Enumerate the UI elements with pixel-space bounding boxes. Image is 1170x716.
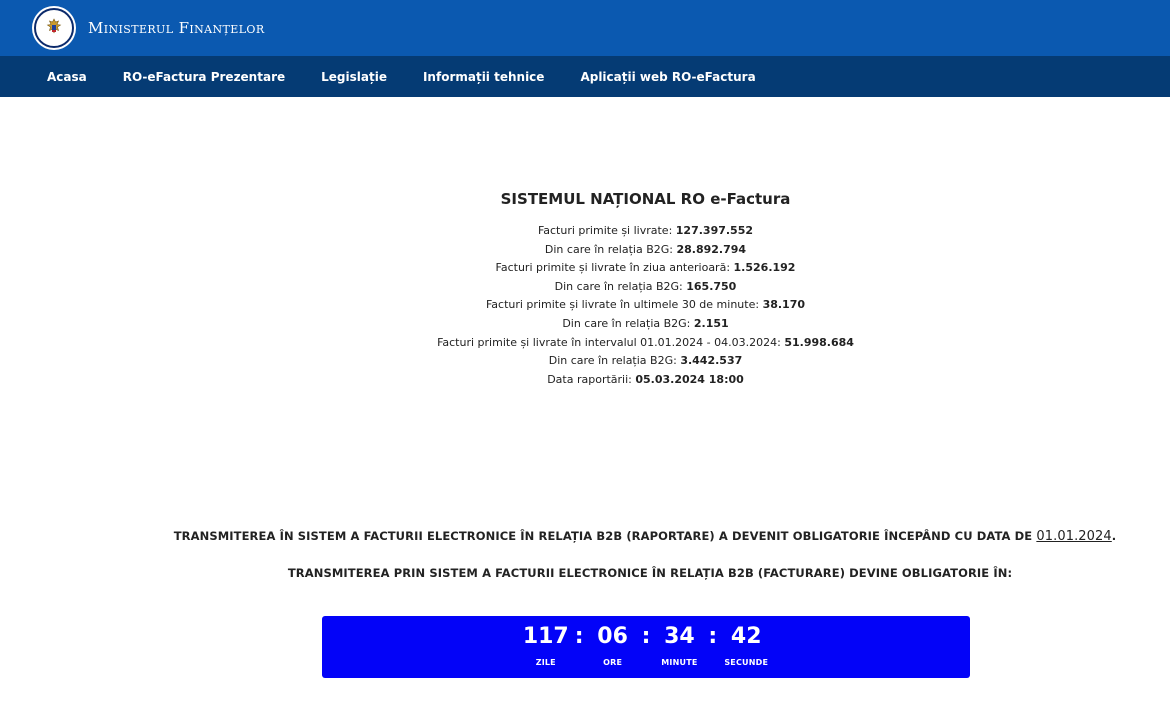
page-title: SISTEMUL NAȚIONAL RO e-Factura bbox=[500, 190, 791, 208]
notice-text: TRANSMITEREA ÎN SISTEM A FACTURII ELECTR… bbox=[173, 529, 1037, 543]
countdown-separator: : bbox=[574, 624, 584, 649]
stat-label: Facturi primite și livrate în intervalul… bbox=[437, 335, 785, 349]
stat-label: Din care în relația B2G: bbox=[544, 242, 677, 256]
stat-value: 1.526.192 bbox=[733, 261, 796, 275]
stat-label: Din care în relația B2G: bbox=[554, 279, 687, 293]
stat-label: Din care în relația B2G: bbox=[548, 354, 681, 368]
stat-label: Data raportării: bbox=[547, 372, 636, 386]
notice-end: . bbox=[1111, 529, 1117, 543]
countdown-minutes: 34 MINUTE bbox=[656, 624, 702, 667]
stat-value: 3.442.537 bbox=[680, 354, 743, 368]
stat-value: 165.750 bbox=[686, 279, 737, 293]
countdown-label: MINUTE bbox=[661, 658, 698, 667]
countdown-label: ORE bbox=[603, 658, 623, 667]
stat-line-report-date: Data raportării: 05.03.2024 18:00 bbox=[121, 371, 1170, 390]
stat-line: Din care în relația B2G: 2.151 bbox=[121, 315, 1170, 334]
countdown-value: 06 bbox=[597, 624, 628, 649]
countdown-separator: : bbox=[708, 624, 718, 649]
nav-item-aplicatii-web[interactable]: Aplicații web RO-eFactura bbox=[580, 70, 755, 84]
main-nav: Acasa RO-eFactura Prezentare Legislație … bbox=[0, 56, 1170, 97]
stat-value: 28.892.794 bbox=[676, 242, 747, 256]
countdown-separator: : bbox=[641, 624, 651, 649]
countdown-seconds: 42 SECUNDE bbox=[723, 624, 769, 667]
stat-line: Facturi primite și livrate în ultimele 3… bbox=[121, 296, 1170, 315]
countdown-hours: 06 ORE bbox=[590, 624, 636, 667]
countdown-label: ZILE bbox=[535, 658, 556, 667]
crest-logo[interactable] bbox=[32, 6, 76, 50]
countdown-days: 117 ZILE bbox=[523, 624, 569, 667]
nav-item-legislatie[interactable]: Legislație bbox=[321, 70, 387, 84]
notice-date-link[interactable]: 01.01.2024 bbox=[1036, 529, 1111, 544]
countdown-label: SECUNDE bbox=[724, 658, 769, 667]
stat-line: Facturi primite și livrate în ziua anter… bbox=[121, 259, 1170, 278]
stat-value: 2.151 bbox=[693, 316, 729, 330]
stat-line: Din care în relația B2G: 3.442.537 bbox=[121, 352, 1170, 371]
stat-line: Facturi primite și livrate: 127.397.552 bbox=[121, 222, 1170, 241]
nav-item-acasa[interactable]: Acasa bbox=[47, 70, 87, 84]
stats-section: SISTEMUL NAȚIONAL RO e-Factura Facturi p… bbox=[0, 186, 1170, 389]
stat-line: Din care în relația B2G: 165.750 bbox=[121, 278, 1170, 297]
nav-item-prezentare[interactable]: RO-eFactura Prezentare bbox=[123, 70, 285, 84]
site-header: Ministerul Finanțelor bbox=[0, 0, 1170, 56]
stat-label: Din care în relația B2G: bbox=[562, 316, 694, 330]
countdown-value: 117 bbox=[522, 624, 569, 649]
countdown-timer: 117 ZILE : 06 ORE : 34 MINUTE : 42 SECUN… bbox=[322, 616, 970, 678]
stat-line: Din care în relația B2G: 28.892.794 bbox=[121, 241, 1170, 260]
b2b-invoicing-notice: TRANSMITEREA PRIN SISTEM A FACTURII ELEC… bbox=[287, 566, 1013, 580]
romanian-government-crest-icon bbox=[34, 8, 74, 48]
stat-label: Facturi primite și livrate: bbox=[537, 224, 676, 237]
stat-line: Facturi primite și livrate în intervalul… bbox=[121, 334, 1170, 353]
stat-value: 38.170 bbox=[762, 298, 806, 312]
countdown-value: 34 bbox=[664, 624, 695, 649]
ministry-name[interactable]: Ministerul Finanțelor bbox=[88, 19, 265, 37]
stat-label: Facturi primite și livrate în ultimele 3… bbox=[485, 298, 763, 312]
eagle-icon bbox=[46, 18, 62, 34]
stat-value: 05.03.2024 18:00 bbox=[635, 372, 744, 386]
stat-value: 51.998.684 bbox=[784, 335, 854, 349]
stats-list: Facturi primite și livrate: 127.397.552 … bbox=[121, 222, 1170, 389]
b2b-reporting-notice: TRANSMITEREA ÎN SISTEM A FACTURII ELECTR… bbox=[0, 529, 1170, 544]
stat-label: Facturi primite și livrate în ziua anter… bbox=[495, 261, 734, 275]
nav-item-informatii-tehnice[interactable]: Informații tehnice bbox=[423, 70, 544, 84]
countdown-value: 42 bbox=[730, 624, 762, 649]
stat-value: 127.397.552 bbox=[675, 224, 754, 237]
